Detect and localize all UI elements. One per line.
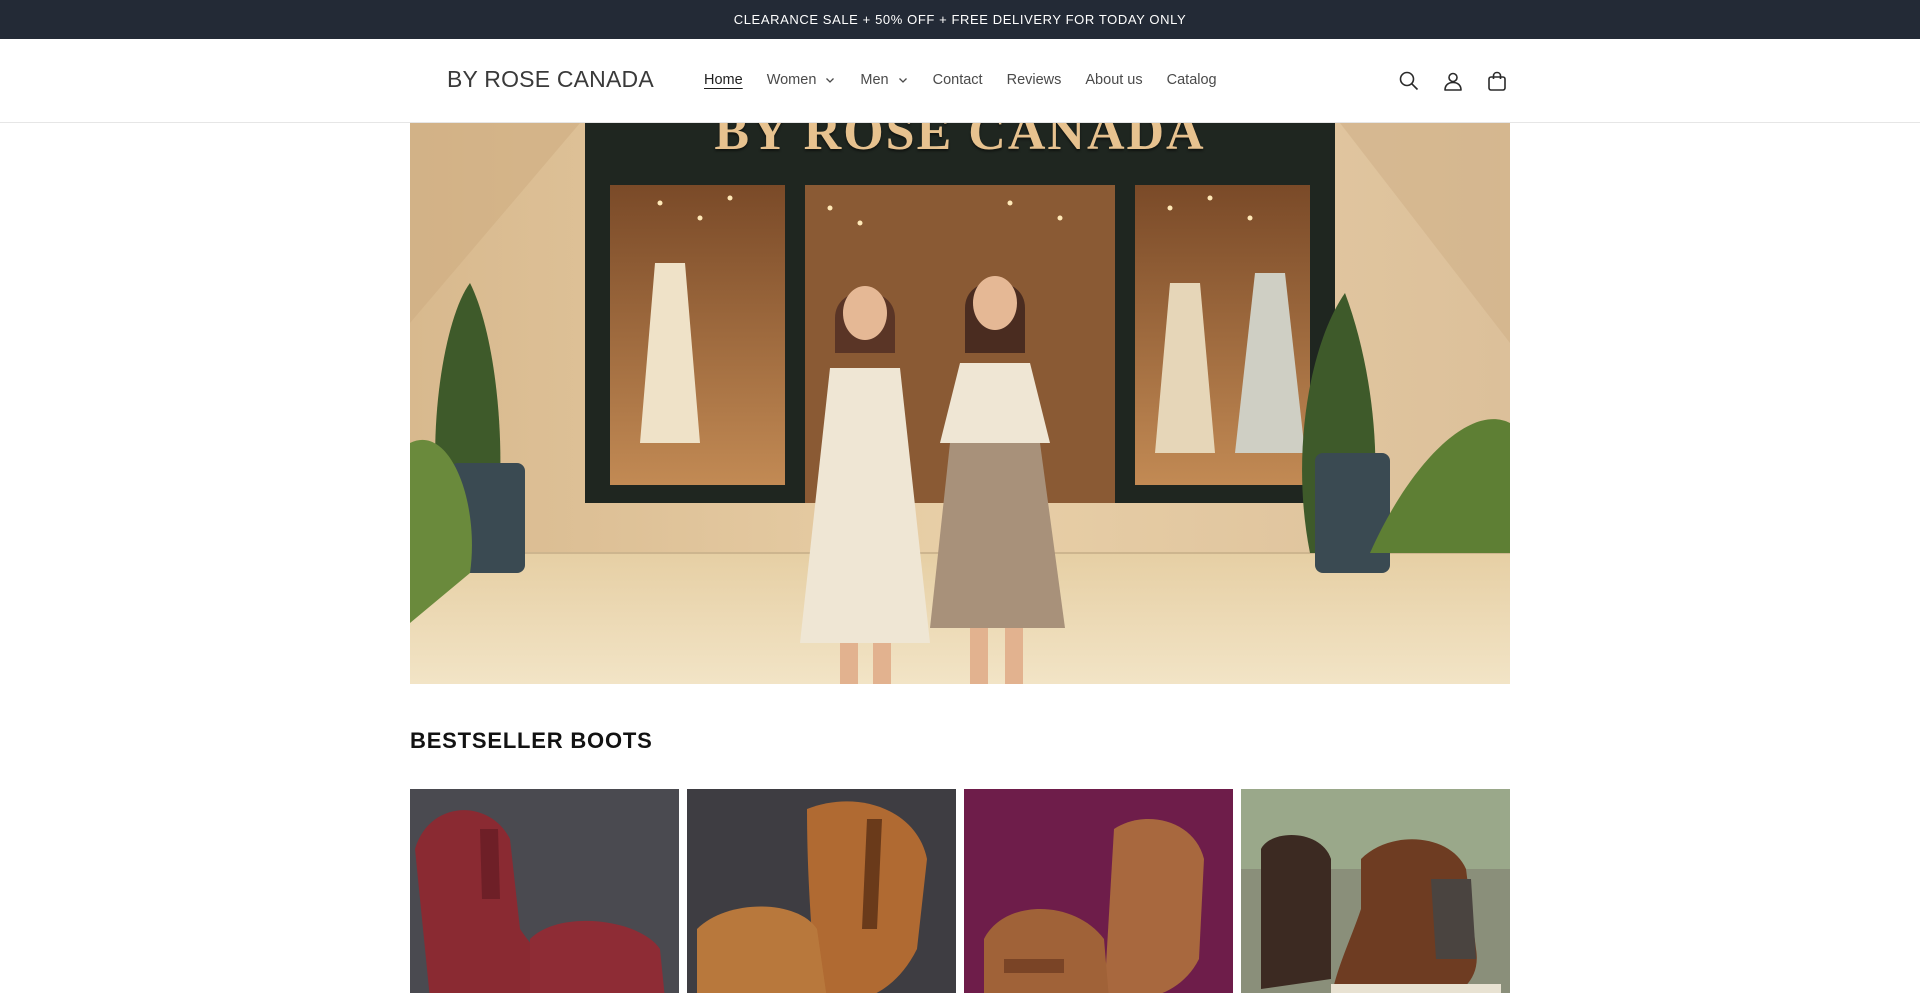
- nav-label: About us: [1085, 72, 1143, 88]
- nav-item-home[interactable]: Home: [692, 69, 755, 91]
- section-title: BESTSELLER BOOTS: [410, 728, 653, 753]
- cart-button[interactable]: [1475, 65, 1519, 97]
- announcement-bar: CLEARANCE SALE + 50% OFF + FREE DELIVERY…: [0, 0, 1920, 39]
- search-button[interactable]: [1387, 65, 1431, 97]
- chevron-down-icon: [824, 74, 836, 86]
- nav-label: Catalog: [1166, 72, 1217, 88]
- search-icon: [1399, 71, 1419, 91]
- product-grid: [410, 789, 1510, 993]
- nav-label: Contact: [932, 72, 983, 88]
- cart-icon: [1488, 71, 1506, 91]
- account-button[interactable]: [1431, 65, 1475, 97]
- header-icons: [1387, 65, 1519, 97]
- account-icon: [1444, 72, 1462, 91]
- nav-item-contact[interactable]: Contact: [921, 69, 995, 91]
- hero-image: [410, 123, 1510, 684]
- product-card[interactable]: [964, 789, 1233, 993]
- nav-item-women[interactable]: Women: [755, 69, 849, 91]
- nav-label: Women: [766, 72, 817, 88]
- product-card[interactable]: [687, 789, 956, 993]
- main-nav: Home Women Men Contact Reviews About us …: [692, 69, 1229, 91]
- product-image: [687, 789, 956, 993]
- nav-item-men[interactable]: Men: [848, 69, 920, 91]
- product-image: [410, 789, 679, 993]
- chevron-down-icon: [897, 74, 909, 86]
- hero-banner: BY ROSE CANADA: [410, 123, 1510, 684]
- site-header: BY ROSE CANADA Home Women Men Contact Re…: [0, 39, 1920, 123]
- nav-label: Reviews: [1006, 72, 1062, 88]
- announcement-text: CLEARANCE SALE + 50% OFF + FREE DELIVERY…: [733, 12, 1187, 27]
- nav-item-reviews[interactable]: Reviews: [995, 69, 1074, 91]
- product-card[interactable]: [410, 789, 679, 993]
- product-image: [964, 789, 1233, 993]
- nav-label: Men: [860, 72, 889, 88]
- product-card[interactable]: [1241, 789, 1510, 993]
- nav-label: Home: [704, 72, 743, 88]
- nav-item-catalog[interactable]: Catalog: [1155, 69, 1229, 91]
- store-logo[interactable]: BY ROSE CANADA: [447, 66, 654, 93]
- product-image: [1241, 789, 1510, 993]
- hero-sign-text: BY ROSE CANADA: [714, 123, 1206, 161]
- nav-item-about-us[interactable]: About us: [1073, 69, 1154, 91]
